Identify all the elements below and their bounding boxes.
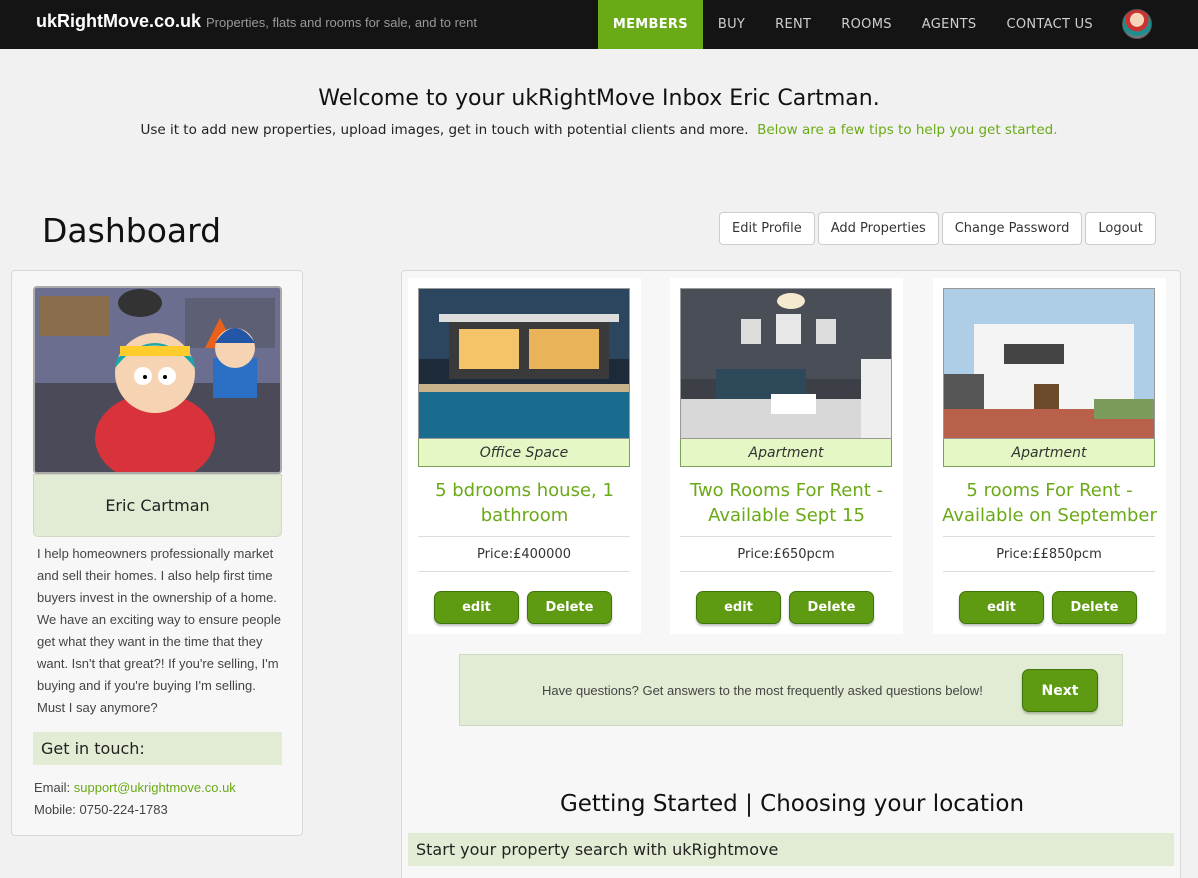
logout-button[interactable]: Logout bbox=[1085, 212, 1156, 245]
email-link[interactable]: support@ukrightmove.co.uk bbox=[74, 780, 236, 795]
welcome-title: Welcome to your ukRightMove Inbox Eric C… bbox=[318, 86, 880, 111]
mobile-number: 0750-224-1783 bbox=[79, 802, 168, 817]
listing-actions: edit Delete bbox=[434, 591, 612, 624]
listing-type: Apartment bbox=[943, 439, 1155, 467]
listings-panel: Office Space 5 bdrooms house, 1 bathroom… bbox=[401, 270, 1181, 878]
profile-picture bbox=[33, 286, 282, 474]
listing-price: Price:£650pcm bbox=[680, 536, 892, 572]
change-password-button[interactable]: Change Password bbox=[941, 212, 1083, 245]
nav-members[interactable]: MEMBERS bbox=[597, 0, 703, 49]
contact-mobile-row: Mobile: 0750-224-1783 bbox=[34, 799, 236, 821]
listing-title[interactable]: 5 bdrooms house, 1 bathroom bbox=[416, 478, 633, 528]
nav-rent[interactable]: RENT bbox=[760, 0, 826, 49]
nav-contact-us[interactable]: CONTACT US bbox=[991, 0, 1108, 49]
listing-image[interactable] bbox=[418, 288, 630, 439]
add-properties-button[interactable]: Add Properties bbox=[817, 212, 939, 245]
getting-started-section-heading: Start your property search with ukRightm… bbox=[408, 833, 1174, 866]
faq-text: Have questions? Get answers to the most … bbox=[542, 683, 983, 698]
site-brand[interactable]: ukRightMove.co.uk bbox=[36, 11, 201, 32]
get-in-touch-heading: Get in touch: bbox=[33, 732, 282, 765]
listing-title[interactable]: 5 rooms For Rent - Available on Septembe… bbox=[941, 478, 1158, 528]
welcome-subtitle: Use it to add new properties, upload ima… bbox=[0, 122, 1198, 138]
listing-image[interactable] bbox=[680, 288, 892, 439]
dashboard-actions: Edit Profile Add Properties Change Passw… bbox=[719, 212, 1156, 245]
site-tagline: Properties, flats and rooms for sale, an… bbox=[206, 15, 477, 30]
contact-details: Email: support@ukrightmove.co.uk Mobile:… bbox=[34, 777, 236, 821]
edit-button[interactable]: edit bbox=[959, 591, 1044, 624]
listing-image[interactable] bbox=[943, 288, 1155, 439]
listing-actions: edit Delete bbox=[959, 591, 1137, 624]
delete-button[interactable]: Delete bbox=[789, 591, 874, 624]
listing-actions: edit Delete bbox=[696, 591, 874, 624]
top-navbar: ukRightMove.co.uk Properties, flats and … bbox=[0, 0, 1198, 49]
getting-started-title: Getting Started | Choosing your location bbox=[559, 791, 1025, 817]
listing-title[interactable]: Two Rooms For Rent - Available Sept 15 bbox=[678, 478, 895, 528]
listing-card: Apartment Two Rooms For Rent - Available… bbox=[670, 278, 903, 634]
welcome-subtitle-text: Use it to add new properties, upload ima… bbox=[140, 122, 749, 138]
profile-name: Eric Cartman bbox=[33, 474, 282, 537]
listing-price: Price:£400000 bbox=[418, 536, 630, 572]
listing-card: Apartment 5 rooms For Rent - Available o… bbox=[933, 278, 1166, 634]
delete-button[interactable]: Delete bbox=[527, 591, 612, 624]
edit-profile-button[interactable]: Edit Profile bbox=[719, 212, 815, 245]
welcome-tip-link[interactable]: Below are a few tips to help you get sta… bbox=[757, 122, 1057, 138]
next-button[interactable]: Next bbox=[1022, 669, 1098, 712]
nav-rooms[interactable]: ROOMS bbox=[826, 0, 906, 49]
profile-bio: I help homeowners professionally market … bbox=[37, 546, 282, 715]
listing-type: Office Space bbox=[418, 439, 630, 467]
edit-button[interactable]: edit bbox=[434, 591, 519, 624]
nav-buy[interactable]: BUY bbox=[703, 0, 760, 49]
dashboard-title: Dashboard bbox=[42, 211, 222, 250]
edit-button[interactable]: edit bbox=[696, 591, 781, 624]
nav-agents[interactable]: AGENTS bbox=[907, 0, 992, 49]
main-nav: MEMBERS BUY RENT ROOMS AGENTS CONTACT US bbox=[597, 0, 1198, 49]
listing-card: Office Space 5 bdrooms house, 1 bathroom… bbox=[408, 278, 641, 634]
contact-email-row: Email: support@ukrightmove.co.uk bbox=[34, 777, 236, 799]
email-label: Email: bbox=[34, 780, 71, 795]
delete-button[interactable]: Delete bbox=[1052, 591, 1137, 624]
listing-type: Apartment bbox=[680, 439, 892, 467]
faq-banner: Have questions? Get answers to the most … bbox=[459, 654, 1123, 726]
listing-price: Price:££850pcm bbox=[943, 536, 1155, 572]
user-avatar[interactable] bbox=[1122, 9, 1152, 39]
profile-panel: Eric Cartman I help homeowners professio… bbox=[11, 270, 303, 836]
mobile-label: Mobile: bbox=[34, 802, 76, 817]
